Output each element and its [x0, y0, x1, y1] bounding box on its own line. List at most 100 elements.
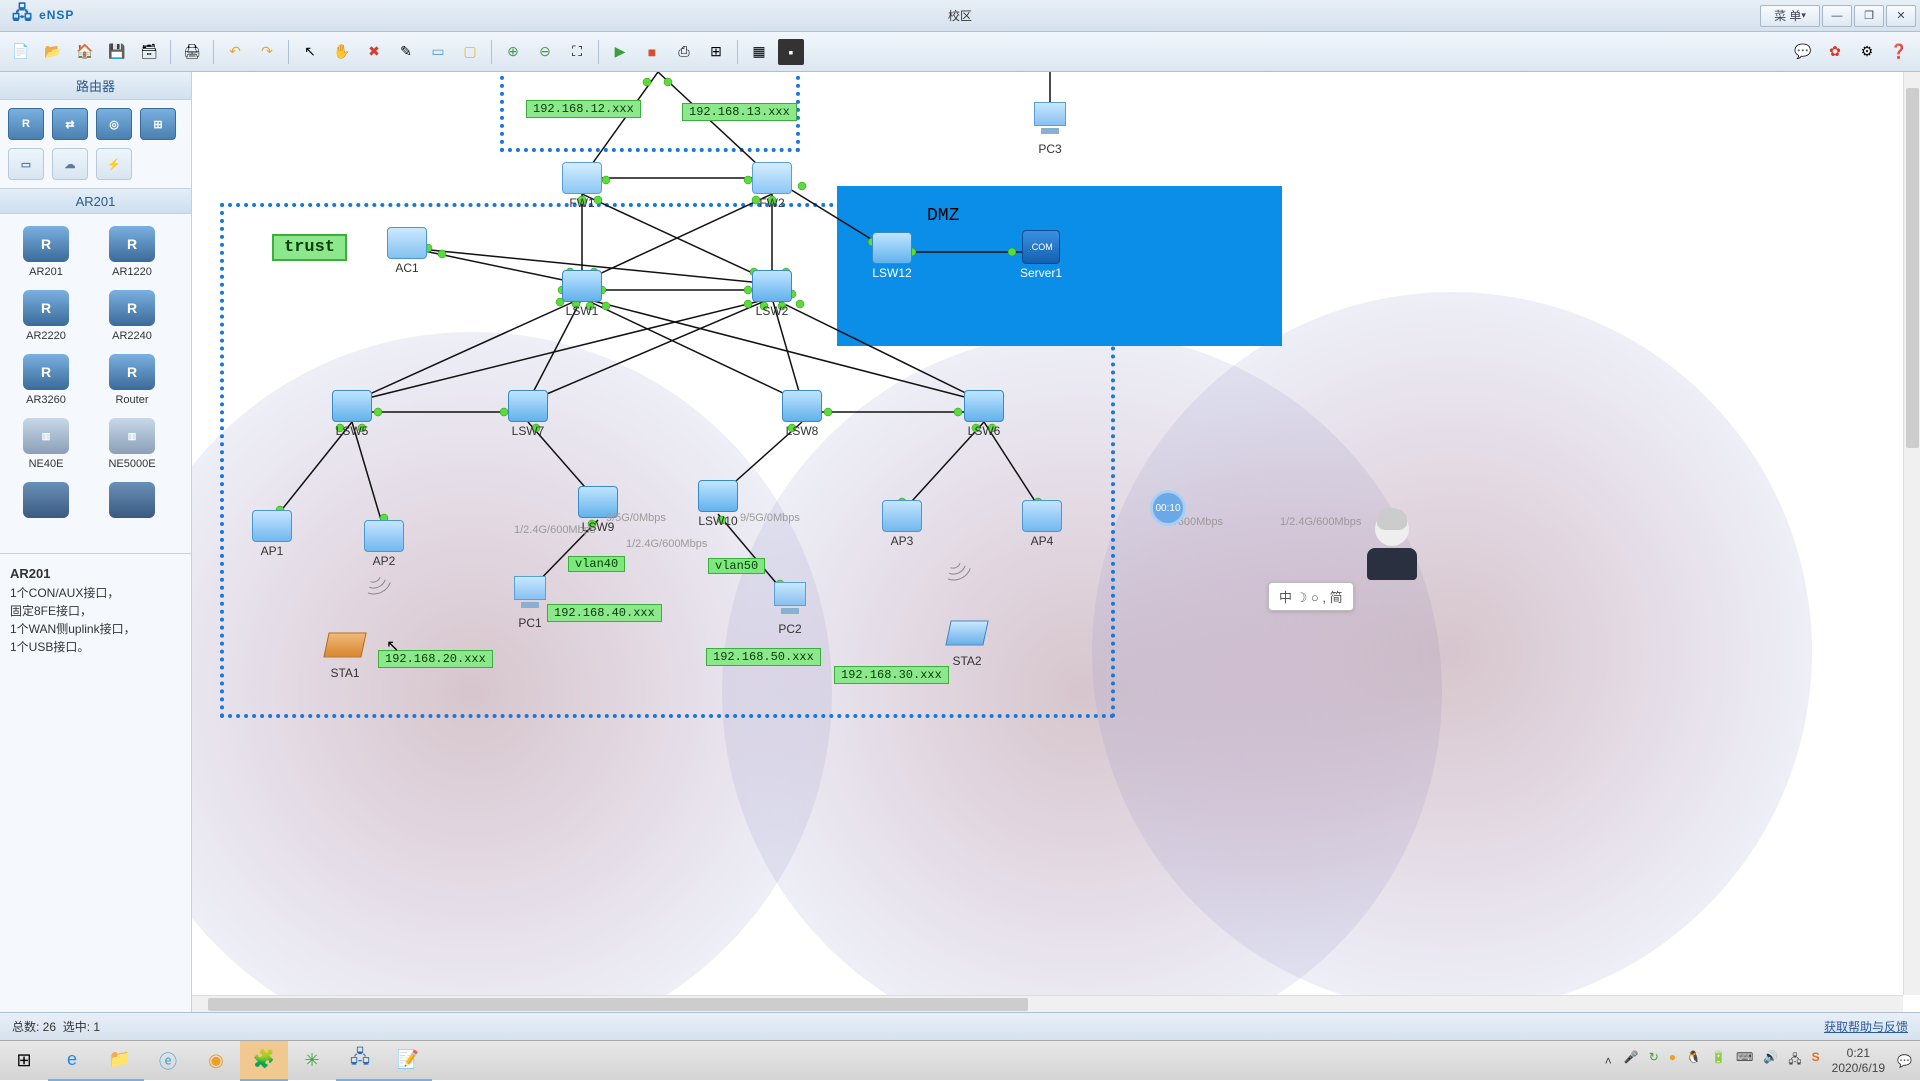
tray-notifications-icon[interactable]: 💬 — [1897, 1054, 1912, 1068]
menu-button[interactable]: 菜 单▾ — [1760, 5, 1820, 27]
vertical-scrollbar[interactable] — [1903, 72, 1920, 995]
cat-link-icon[interactable]: ⚡ — [96, 148, 132, 180]
node-lsw12[interactable]: LSW12 — [872, 232, 912, 280]
node-ac1[interactable]: AC1 — [387, 227, 427, 275]
tb-app2-icon[interactable]: 🧩 — [240, 1041, 288, 1081]
cat-switch-icon[interactable]: ⇄ — [52, 108, 88, 140]
open-icon[interactable]: 📂 — [40, 39, 66, 65]
restore-button[interactable]: ❐ — [1854, 5, 1884, 27]
fit-icon[interactable]: ⛶ — [564, 39, 590, 65]
console-icon[interactable]: ▪ — [778, 39, 804, 65]
cat-firewall-icon[interactable]: ⊞ — [140, 108, 176, 140]
help-link[interactable]: 获取帮助与反馈 — [1824, 1018, 1908, 1035]
help-icon[interactable]: ❓ — [1886, 39, 1912, 65]
tb-edge-icon[interactable]: e — [48, 1041, 96, 1081]
device-sidebar: 路由器 R ⇄ ◎ ⊞ ▭ ☁ ⚡ AR201 AR201 AR1220 AR2… — [0, 72, 192, 1012]
capture-icon[interactable]: ⎙ — [671, 39, 697, 65]
device-ar1220[interactable]: AR1220 — [94, 222, 170, 282]
device-router[interactable]: Router — [94, 350, 170, 410]
tray-battery-icon[interactable]: 🔋 — [1711, 1050, 1726, 1071]
node-sta1[interactable]: STA1 — [326, 632, 364, 680]
note-icon[interactable]: ▭ — [425, 39, 451, 65]
tray-mic-icon[interactable]: 🎤 — [1624, 1050, 1639, 1071]
node-lsw6[interactable]: LSW6 — [964, 390, 1004, 438]
node-pc3[interactable]: PC3 — [1030, 102, 1070, 156]
device-ne5000e[interactable]: ▥NE5000E — [94, 414, 170, 474]
tray-expand-icon[interactable]: ˄ — [1605, 1054, 1612, 1068]
tray-qq-icon[interactable]: 🐧 — [1686, 1050, 1701, 1071]
node-sta2[interactable]: STA2 — [948, 620, 986, 668]
assistant-avatar[interactable] — [1362, 512, 1422, 582]
rect-icon[interactable]: ▢ — [457, 39, 483, 65]
home-icon[interactable]: 🏠 — [72, 39, 98, 65]
tray-kb-icon[interactable]: ⌨ — [1736, 1050, 1753, 1071]
tb-explorer-icon[interactable]: 📁 — [96, 1041, 144, 1081]
start-button[interactable]: ⊞ — [0, 1041, 48, 1081]
device-more2[interactable] — [94, 478, 170, 522]
tray-volume-icon[interactable]: 🔊 — [1763, 1050, 1778, 1071]
tray-s-icon[interactable]: S — [1812, 1050, 1820, 1071]
device-ar201[interactable]: AR201 — [8, 222, 84, 282]
topology-canvas[interactable]: DMZ trust — [192, 72, 1920, 1012]
dmz-label: DMZ — [927, 206, 959, 226]
device-ne40e[interactable]: ▥NE40E — [8, 414, 84, 474]
select-icon[interactable]: ↖ — [297, 39, 323, 65]
print-icon[interactable]: 🖨 — [179, 39, 205, 65]
new-topo-icon[interactable]: 📄 — [8, 39, 34, 65]
settings-icon[interactable]: ⚙ — [1854, 39, 1880, 65]
tb-wechat-icon[interactable]: ✳ — [288, 1041, 336, 1081]
delete-icon[interactable]: ✖ — [361, 39, 387, 65]
node-pc1[interactable]: PC1 — [510, 576, 550, 630]
node-lsw8[interactable]: LSW8 — [782, 390, 822, 438]
timer-bubble[interactable]: 00:10 — [1150, 490, 1186, 526]
cat-cloud-icon[interactable]: ☁ — [52, 148, 88, 180]
arrange-icon[interactable]: ⊞ — [703, 39, 729, 65]
hand-icon[interactable]: ✋ — [329, 39, 355, 65]
device-more1[interactable] — [8, 478, 84, 522]
zoomin-icon[interactable]: ⊕ — [500, 39, 526, 65]
tray-cloud-icon[interactable]: ● — [1669, 1050, 1676, 1071]
zoomout-icon[interactable]: ⊖ — [532, 39, 558, 65]
device-ar3260[interactable]: AR3260 — [8, 350, 84, 410]
node-lsw7[interactable]: LSW7 — [508, 390, 548, 438]
table-icon[interactable]: ▦ — [746, 39, 772, 65]
node-server1[interactable]: .COMServer1 — [1020, 230, 1062, 280]
node-ap3[interactable]: AP3 — [882, 500, 922, 548]
node-lsw2[interactable]: LSW2 — [752, 270, 792, 318]
save-icon[interactable]: 💾 — [104, 39, 130, 65]
ime-floating-bar[interactable]: 中 ☽ ○ , 简 — [1268, 582, 1354, 611]
stop-icon[interactable]: ■ — [639, 39, 665, 65]
redo-icon[interactable]: ↷ — [254, 39, 280, 65]
node-lsw10[interactable]: LSW10 — [698, 480, 738, 528]
huawei-icon[interactable]: ✿ — [1822, 39, 1848, 65]
cat-wlan-icon[interactable]: ◎ — [96, 108, 132, 140]
horizontal-scrollbar[interactable] — [192, 995, 1903, 1012]
node-ap4[interactable]: AP4 — [1022, 500, 1062, 548]
tray-sync-icon[interactable]: ↻ — [1649, 1050, 1659, 1071]
edit-icon[interactable]: ✎ — [393, 39, 419, 65]
undo-icon[interactable]: ↶ — [222, 39, 248, 65]
device-grid[interactable]: AR201 AR1220 AR2220 AR2240 AR3260 Router… — [0, 214, 191, 554]
node-fw1[interactable]: FW1 — [562, 162, 602, 210]
node-fw2[interactable]: FW2 — [752, 162, 792, 210]
node-pc2[interactable]: PC2 — [770, 582, 810, 636]
cat-router-icon[interactable]: R — [8, 108, 44, 140]
node-ap2[interactable]: AP2 — [364, 520, 404, 568]
message-icon[interactable]: 💬 — [1790, 39, 1816, 65]
tb-notepad-icon[interactable]: 📝 — [384, 1041, 432, 1081]
device-ar2220[interactable]: AR2220 — [8, 286, 84, 346]
taskbar-clock[interactable]: 0:212020/6/19 — [1832, 1046, 1885, 1075]
tb-ie-icon[interactable]: ⓔ — [144, 1041, 192, 1081]
tb-ensp-icon[interactable]: 🖧 — [336, 1041, 384, 1081]
tb-app1-icon[interactable]: ◉ — [192, 1041, 240, 1081]
node-lsw1[interactable]: LSW1 — [562, 270, 602, 318]
start-icon[interactable]: ▶ — [607, 39, 633, 65]
cat-pc-icon[interactable]: ▭ — [8, 148, 44, 180]
node-lsw5[interactable]: LSW5 — [332, 390, 372, 438]
device-ar2240[interactable]: AR2240 — [94, 286, 170, 346]
tray-net-icon[interactable]: 🖧 — [1788, 1050, 1801, 1071]
node-ap1[interactable]: AP1 — [252, 510, 292, 558]
close-button[interactable]: ✕ — [1886, 5, 1916, 27]
minimize-button[interactable]: — — [1822, 5, 1852, 27]
saveall-icon[interactable]: 🗃 — [136, 39, 162, 65]
